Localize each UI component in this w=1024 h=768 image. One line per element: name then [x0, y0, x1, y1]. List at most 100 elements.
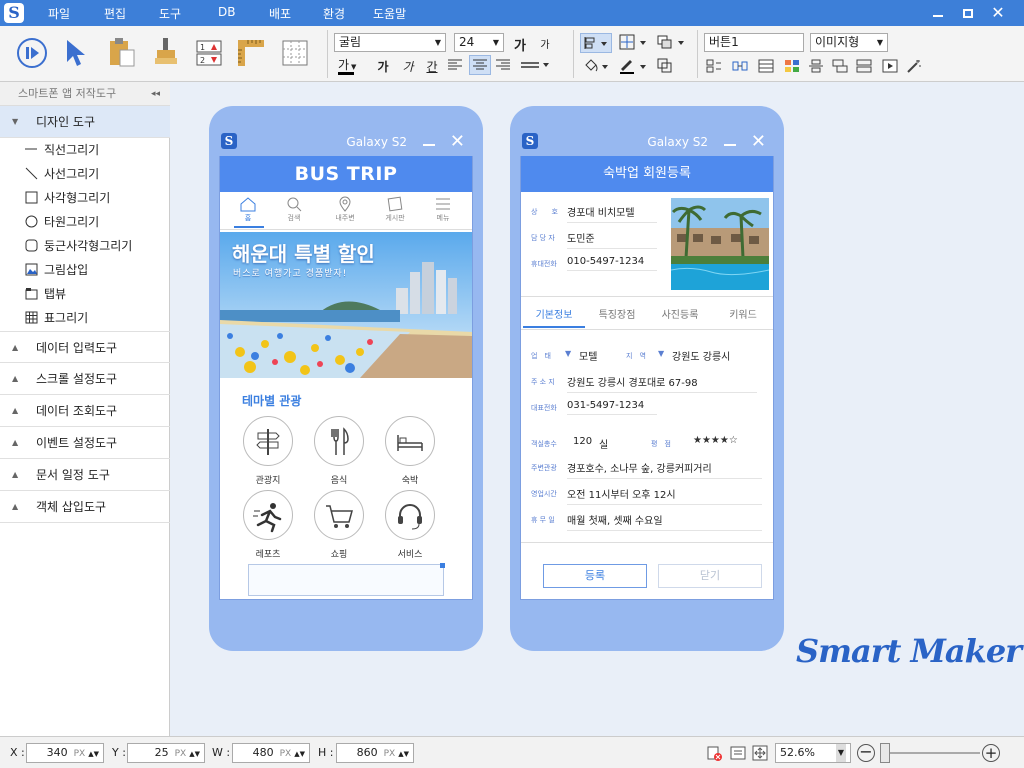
- rating-stars[interactable]: ★★★★☆: [693, 435, 738, 446]
- section-doc-schedule[interactable]: ▲ 문서 일정 도구: [0, 459, 170, 491]
- ruler-icon[interactable]: [236, 38, 266, 71]
- font-size-select[interactable]: 24 ▼: [454, 33, 504, 52]
- preview-play-icon[interactable]: [17, 38, 47, 68]
- category-services[interactable]: 서비스: [384, 490, 436, 560]
- menu-environment[interactable]: 환경: [323, 5, 345, 22]
- color-grid-icon[interactable]: [784, 59, 800, 73]
- section-scroll-settings[interactable]: ▲ 스크롤 설정도구: [0, 363, 170, 395]
- restore-button[interactable]: [958, 3, 978, 23]
- nav-board[interactable]: 게시판: [370, 194, 420, 226]
- section-event-settings[interactable]: ▲ 이벤트 설정도구: [0, 427, 170, 459]
- section-design-tools[interactable]: ▼ 디자인 도구: [0, 106, 170, 138]
- category-leisure-sports[interactable]: 레포츠: [242, 490, 294, 560]
- tool-tabview[interactable]: 탭뷰: [0, 282, 170, 306]
- list-tool-icon[interactable]: [808, 59, 824, 73]
- tab-keywords[interactable]: 키워드: [712, 304, 774, 328]
- table-tool-icon[interactable]: [758, 59, 774, 73]
- phone-close-icon[interactable]: ✕: [450, 131, 465, 152]
- field-holidays[interactable]: 휴 무 일 매월 첫째, 셋째 수요일: [531, 510, 771, 532]
- position-icon[interactable]: [618, 33, 650, 54]
- tool-line[interactable]: 직선그리기: [0, 138, 170, 162]
- tab-basic-info[interactable]: 기본정보: [523, 304, 585, 328]
- text-color-button[interactable]: 가 ▼: [338, 56, 366, 76]
- w-input[interactable]: 480 PX ▲▼: [232, 743, 310, 763]
- align-right-icon[interactable]: [496, 59, 510, 74]
- register-button[interactable]: 등록: [543, 564, 647, 588]
- category-lodging[interactable]: 숙박: [384, 416, 436, 486]
- tool-rounded-rect[interactable]: 둥근사각형그리기: [0, 234, 170, 258]
- field-rating[interactable]: 평 점 ★★★★☆: [651, 434, 771, 456]
- tab-features[interactable]: 특징장점: [586, 304, 648, 328]
- layout-tool-icon[interactable]: [832, 59, 848, 73]
- selected-placeholder-box[interactable]: [248, 563, 445, 596]
- phone-close-icon[interactable]: ✕: [751, 131, 766, 152]
- promo-banner[interactable]: 해운대 특별 할인 버스로 여행가고 경품받자!: [220, 232, 472, 378]
- fill-color-icon[interactable]: [582, 57, 614, 78]
- close-button[interactable]: ✕: [988, 3, 1008, 23]
- section-data-query[interactable]: ▲ 데이터 조회도구: [0, 395, 170, 427]
- nav-menu[interactable]: 메뉴: [418, 194, 468, 226]
- order-icon[interactable]: 12: [196, 40, 222, 69]
- hotel-photo[interactable]: [671, 198, 769, 290]
- arrange-icon[interactable]: [656, 33, 688, 54]
- font-name-select[interactable]: 굴림 ▼: [334, 33, 446, 52]
- field-main-phone[interactable]: 대표전화 031-5497-1234: [531, 398, 771, 420]
- pointer-select-icon[interactable]: [64, 38, 88, 71]
- paste-icon[interactable]: [106, 36, 138, 71]
- zoom-in-button[interactable]: +: [982, 744, 1000, 762]
- tool-diagonal[interactable]: 사선그리기: [0, 162, 170, 186]
- phone-minimize-icon[interactable]: [724, 144, 736, 146]
- zoom-out-button[interactable]: −: [857, 744, 875, 762]
- zoom-select[interactable]: 52.6% ▼: [775, 743, 851, 763]
- align-left-icon[interactable]: [448, 59, 462, 74]
- page-view-icon[interactable]: [730, 745, 746, 764]
- tool-table[interactable]: 표그리기: [0, 306, 170, 330]
- object-name-field[interactable]: 버튼1: [704, 33, 804, 52]
- menu-edit[interactable]: 편집: [104, 5, 126, 22]
- menu-deploy[interactable]: 배포: [269, 5, 291, 22]
- tool-insert-image[interactable]: 그림삽입: [0, 258, 170, 282]
- section-object-insert[interactable]: ▲ 객체 삽입도구: [0, 491, 170, 523]
- line-color-icon[interactable]: [618, 57, 650, 78]
- align-objects-icon[interactable]: [580, 33, 612, 53]
- field-region[interactable]: 지 역 ▼ 강원도 강릉시: [626, 346, 766, 368]
- field-nearby-sights[interactable]: 주변관광 경포호수, 소나무 숲, 강릉커피거리: [531, 458, 771, 480]
- close-form-button[interactable]: 닫기: [658, 564, 762, 588]
- category-food[interactable]: 음식: [313, 416, 365, 486]
- field-business-hours[interactable]: 영업시간 오전 11시부터 오후 12시: [531, 484, 771, 506]
- collapse-sidebar-button[interactable]: ◂◂: [151, 82, 160, 106]
- zoom-slider-track[interactable]: [880, 752, 980, 754]
- line-style-icon[interactable]: [521, 59, 549, 74]
- magic-wand-icon[interactable]: [906, 59, 922, 73]
- section-data-input[interactable]: ▲ 데이터 입력도구: [0, 331, 170, 363]
- x-input[interactable]: 340 PX ▲▼: [26, 743, 104, 763]
- font-size-down-button[interactable]: 가: [535, 36, 555, 51]
- delete-page-icon[interactable]: [706, 745, 722, 764]
- group-icon[interactable]: [656, 57, 674, 78]
- field-address[interactable]: 주 소 지 강원도 강릉시 경포대로 67-98: [531, 372, 771, 394]
- bold-button[interactable]: 가: [373, 58, 393, 75]
- align-center-icon[interactable]: [469, 55, 491, 75]
- format-painter-icon[interactable]: [152, 36, 180, 71]
- form-tool-icon[interactable]: [856, 59, 872, 73]
- phone-minimize-icon[interactable]: [423, 144, 435, 146]
- minimize-button[interactable]: [928, 3, 948, 23]
- tool-ellipse[interactable]: 타원그리기: [0, 210, 170, 234]
- media-play-icon[interactable]: [882, 59, 898, 73]
- y-input[interactable]: 25 PX ▲▼: [127, 743, 205, 763]
- category-shopping[interactable]: 쇼핑: [313, 490, 365, 560]
- zoom-slider-thumb[interactable]: [880, 743, 890, 763]
- font-size-up-button[interactable]: 가: [510, 35, 530, 54]
- tab-photos[interactable]: 사진등록: [649, 304, 711, 328]
- nav-search[interactable]: 검색: [269, 194, 319, 226]
- menu-help[interactable]: 도움말: [373, 5, 406, 22]
- menu-db[interactable]: DB: [218, 5, 235, 19]
- h-input[interactable]: 860 PX ▲▼: [336, 743, 414, 763]
- menu-file[interactable]: 파일: [48, 5, 70, 22]
- object-type-select[interactable]: 이미지형 ▼: [810, 33, 888, 52]
- resize-handle[interactable]: [440, 563, 445, 568]
- underline-button[interactable]: 간: [422, 58, 442, 75]
- distribute-icon[interactable]: [732, 59, 748, 73]
- italic-button[interactable]: 가: [398, 58, 418, 75]
- tool-rectangle[interactable]: 사각형그리기: [0, 186, 170, 210]
